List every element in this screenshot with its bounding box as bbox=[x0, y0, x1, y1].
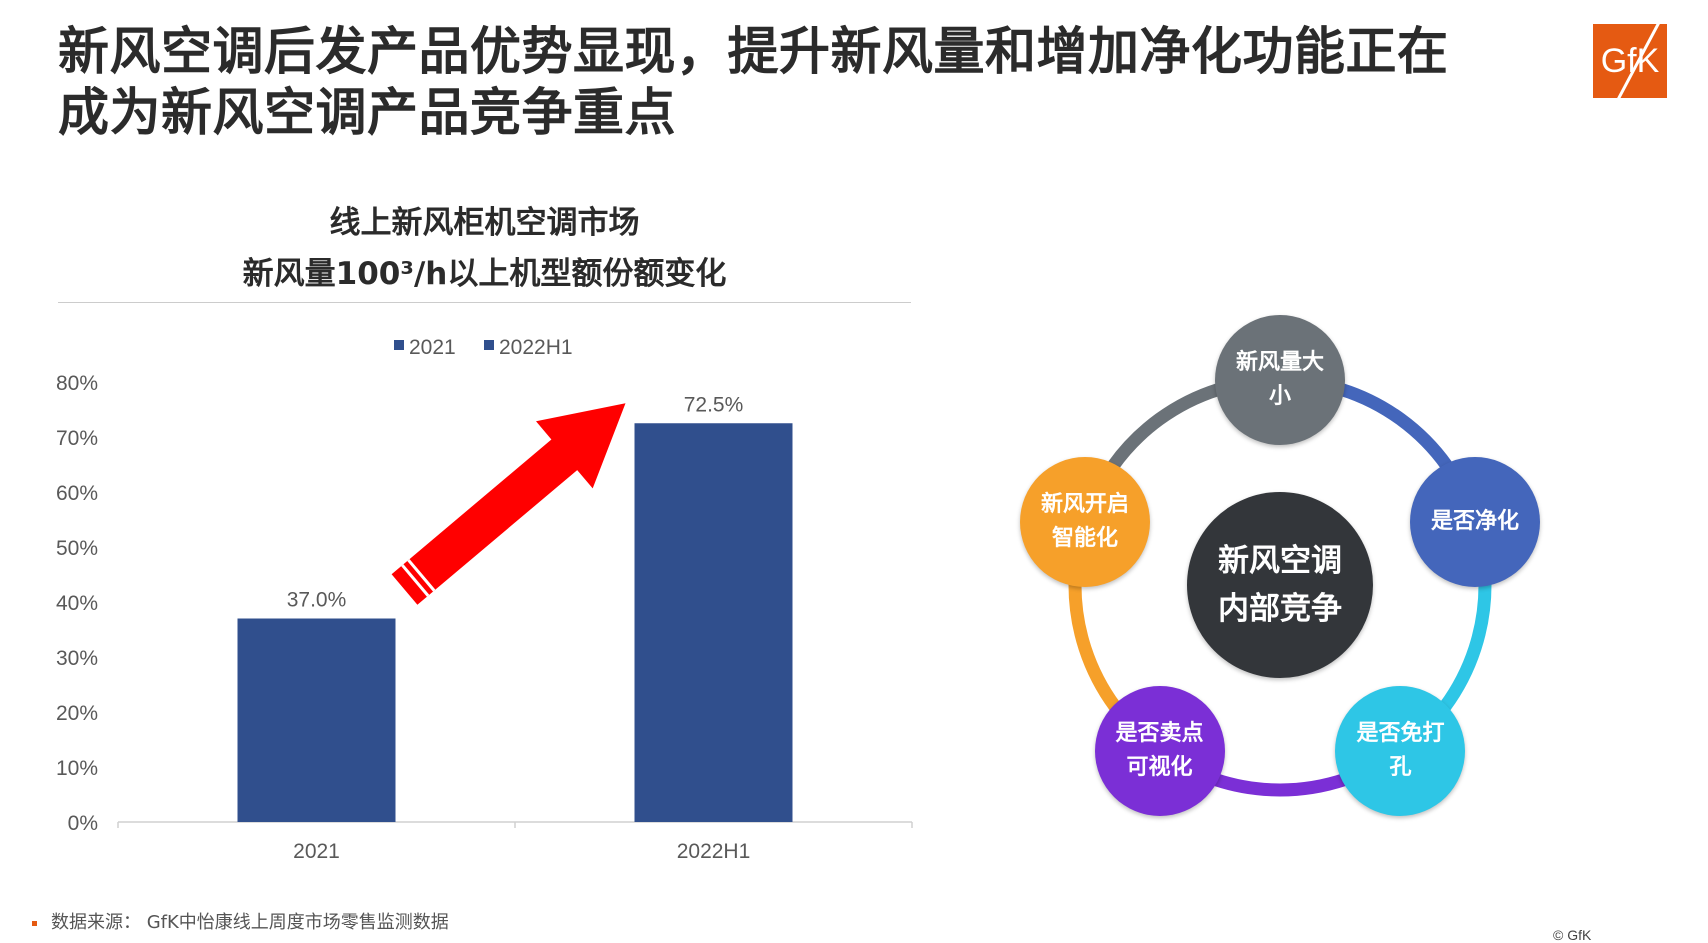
diagram-node-text: 是否免打孔 bbox=[1356, 717, 1444, 785]
diagram-node-line-2: 智能化 bbox=[1052, 525, 1119, 551]
diagram-node-line-1: 新风开启 bbox=[1041, 491, 1130, 517]
data-source-note: 数据来源： GfK中怡康线上周度市场零售监测数据 bbox=[32, 908, 449, 934]
diagram-center-node-line-2: 内部竞争 bbox=[1218, 591, 1342, 627]
diagram-center-node-line-1: 新风空调 bbox=[1218, 543, 1342, 579]
diagram-node-text: 新风开启 智能化 bbox=[1041, 488, 1129, 556]
diagram-node: 是否卖点 可视化 bbox=[1094, 685, 1225, 816]
diagram-node: 新风量大小 bbox=[1215, 315, 1345, 445]
diagram-node-line-2: 小 bbox=[1268, 384, 1291, 409]
copyright-text: © GfK bbox=[1553, 927, 1592, 943]
diagram-node-line-2: 可视化 bbox=[1126, 754, 1193, 780]
diagram-node: 是否免打孔 bbox=[1335, 685, 1466, 816]
diagram-center-node-text: 新风空调 内部竞争 bbox=[1218, 537, 1342, 633]
diagram-node-line-1: 是否净化 bbox=[1430, 508, 1519, 534]
diagram-node-line-1: 新风量大 bbox=[1235, 350, 1324, 375]
diagram-node-line-1: 是否卖点 bbox=[1115, 720, 1204, 746]
diagram-node-line-2: 孔 bbox=[1389, 754, 1412, 780]
source-bullet-icon bbox=[32, 920, 37, 926]
diagram-center-node: 新风空调 内部竞争 bbox=[1187, 492, 1373, 678]
diagram-node-line-1: 是否免打 bbox=[1356, 720, 1445, 746]
diagram-node-text: 是否卖点 可视化 bbox=[1115, 717, 1203, 785]
diagram-node: 是否净化 bbox=[1409, 456, 1540, 587]
diagram-node: 新风开启 智能化 bbox=[1020, 456, 1151, 587]
diagram-node-text: 新风量大小 bbox=[1236, 346, 1324, 414]
data-source-text: 数据来源： GfK中怡康线上周度市场零售监测数据 bbox=[51, 912, 449, 933]
diagram-node-text: 是否净化 bbox=[1431, 505, 1519, 539]
